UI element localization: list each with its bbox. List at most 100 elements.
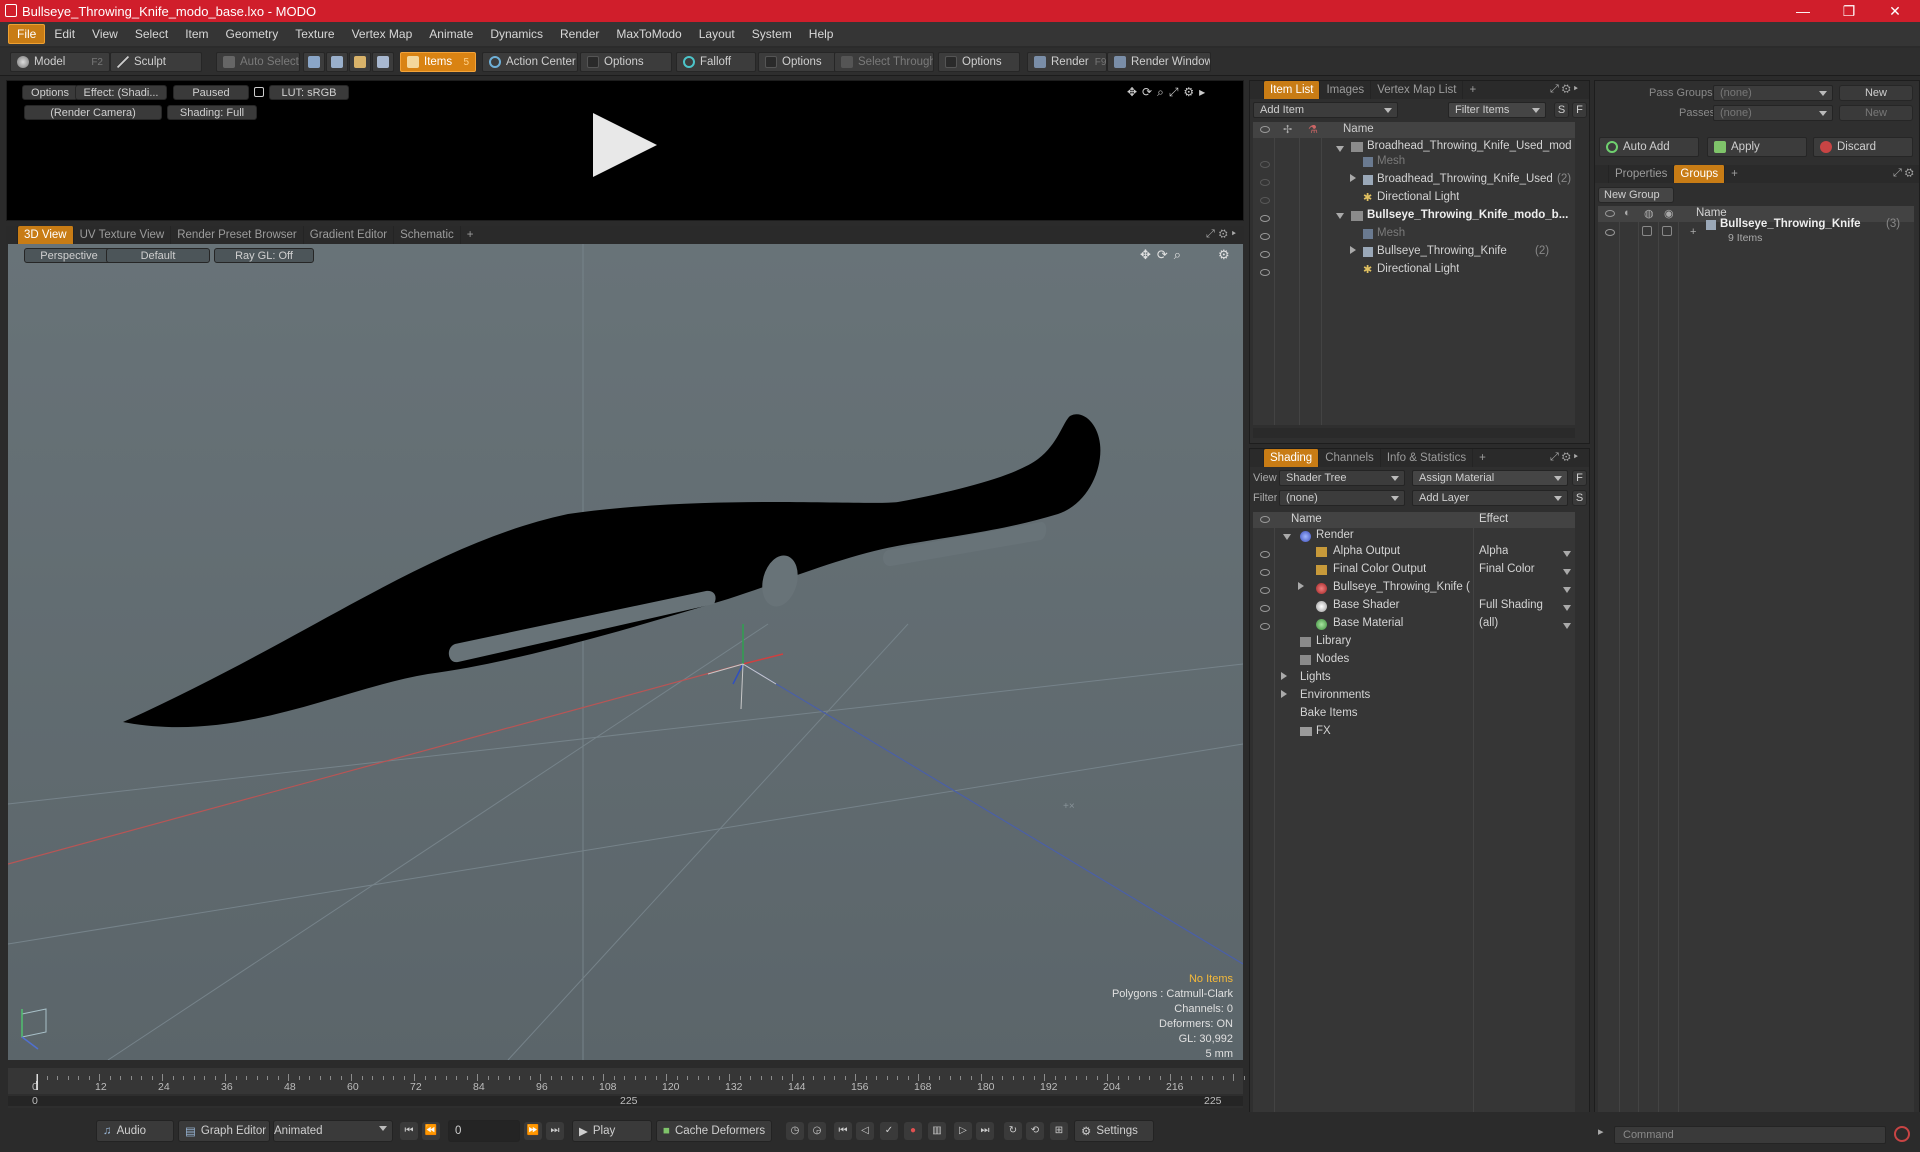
itemlist-panel-tools-icon[interactable]: ⤢⚙▸ bbox=[1550, 83, 1581, 96]
minimize-button[interactable]: — bbox=[1780, 0, 1826, 22]
menu-layout[interactable]: Layout bbox=[691, 25, 743, 43]
key-toggle-icon[interactable]: ✓ bbox=[880, 1122, 898, 1140]
lut-dropdown[interactable]: LUT: sRGB bbox=[269, 85, 349, 100]
graph-editor-button[interactable]: ▤ Graph Editor bbox=[178, 1120, 270, 1142]
tab-channels[interactable]: Channels bbox=[1319, 449, 1381, 467]
tab-vertex-map-list[interactable]: Vertex Map List bbox=[1371, 81, 1464, 99]
knife-mesh[interactable] bbox=[123, 414, 1101, 728]
discard-button[interactable]: Discard bbox=[1813, 137, 1913, 157]
shading-panel-tools-icon[interactable]: ⤢⚙▸ bbox=[1550, 451, 1581, 464]
visibility-eye-icon[interactable] bbox=[1260, 605, 1270, 612]
menu-help[interactable]: Help bbox=[801, 25, 842, 43]
filter-dropdown[interactable]: (none) bbox=[1279, 490, 1405, 506]
settings-button[interactable]: ⚙ Settings bbox=[1074, 1120, 1154, 1142]
itemlist-f-button[interactable]: F bbox=[1572, 102, 1587, 118]
menu-dynamics[interactable]: Dynamics bbox=[482, 25, 551, 43]
add-tab-button[interactable]: + bbox=[1725, 165, 1744, 183]
lock-checkbox[interactable] bbox=[1642, 226, 1652, 236]
visibility-eye-icon[interactable] bbox=[1260, 251, 1270, 258]
render-button[interactable]: Render F9 bbox=[1027, 52, 1107, 72]
effect-dropdown-arrow-icon[interactable] bbox=[1563, 605, 1571, 611]
effect-dropdown-arrow-icon[interactable] bbox=[1563, 623, 1571, 629]
key-delete-icon[interactable]: ▥ bbox=[928, 1122, 946, 1140]
shading-s-button[interactable]: S bbox=[1572, 490, 1587, 506]
tab-schematic[interactable]: Schematic bbox=[394, 226, 461, 244]
pass-groups-dropdown[interactable]: (none) bbox=[1713, 85, 1833, 101]
lock-icon[interactable] bbox=[254, 87, 264, 97]
effect-dropdown-arrow-icon[interactable] bbox=[1563, 551, 1571, 557]
tab-3d-view[interactable]: 3D View bbox=[18, 226, 74, 244]
sculpt-button[interactable]: Sculpt bbox=[110, 52, 202, 72]
materials-mode-button[interactable] bbox=[372, 52, 394, 72]
tab-properties[interactable]: Properties bbox=[1609, 165, 1675, 183]
tab-info-statistics[interactable]: Info & Statistics bbox=[1381, 449, 1474, 467]
add-tab-button[interactable]: + bbox=[1473, 449, 1492, 467]
menu-system[interactable]: System bbox=[744, 25, 800, 43]
animated-dropdown[interactable]: Animated bbox=[273, 1120, 393, 1142]
expand-arrow-icon[interactable] bbox=[1350, 246, 1356, 254]
go-to-start-icon[interactable]: ⏮ bbox=[400, 1122, 418, 1140]
current-frame-input[interactable]: 0 bbox=[448, 1120, 520, 1142]
item-gizmo[interactable] bbox=[707, 624, 784, 710]
shading-f-button[interactable]: F bbox=[1572, 470, 1587, 486]
visibility-eye-icon[interactable] bbox=[1260, 623, 1270, 630]
key-next-icon[interactable]: ▷ bbox=[954, 1122, 972, 1140]
visibility-eye-icon[interactable] bbox=[1260, 197, 1270, 204]
add-tab-button[interactable]: + bbox=[1463, 81, 1482, 99]
new-group-button[interactable]: New Group bbox=[1598, 187, 1674, 203]
record-key-icon[interactable]: ● bbox=[904, 1122, 922, 1140]
add-item-dropdown[interactable]: Add Item bbox=[1253, 102, 1398, 118]
command-history-icon[interactable] bbox=[1894, 1126, 1910, 1142]
expand-arrow-icon[interactable] bbox=[1281, 672, 1287, 680]
expand-arrow-icon[interactable] bbox=[1350, 174, 1356, 182]
key-first-icon[interactable]: ⏮ bbox=[834, 1122, 852, 1140]
menu-maxtomodo[interactable]: MaxToModo bbox=[608, 25, 689, 43]
preview-options-button[interactable]: Options bbox=[22, 85, 78, 100]
time-settings-icon[interactable]: ◷ bbox=[786, 1122, 804, 1140]
timeline[interactable]: 0 225 225 0 12 24 36 48 60 72 84 96 108 120 132 144 1… bbox=[8, 1068, 1255, 1108]
effect-dropdown-arrow-icon[interactable] bbox=[1563, 569, 1571, 575]
menu-file[interactable]: File bbox=[8, 24, 46, 44]
play-button[interactable]: ▶ Play bbox=[572, 1120, 652, 1142]
visibility-eye-icon[interactable] bbox=[1260, 179, 1270, 186]
action-center-button[interactable]: Action Center bbox=[482, 52, 578, 72]
passes-dropdown[interactable]: (none) bbox=[1713, 105, 1833, 121]
visibility-eye-icon[interactable] bbox=[1260, 269, 1270, 276]
tab-images[interactable]: Images bbox=[1320, 81, 1372, 99]
3d-viewport[interactable]: Perspective Default Ray GL: Off ✥⟳⌕ ⚙ +× bbox=[8, 244, 1243, 1060]
visibility-eye-icon[interactable] bbox=[1260, 551, 1270, 558]
menu-texture[interactable]: Texture bbox=[287, 25, 342, 43]
menu-view[interactable]: View bbox=[84, 25, 126, 43]
visibility-eye-icon[interactable] bbox=[1260, 215, 1270, 222]
select-through-button[interactable]: Select Through bbox=[834, 52, 934, 72]
visibility-eye-icon[interactable] bbox=[1260, 161, 1270, 168]
tab-item-list[interactable]: Item List bbox=[1264, 81, 1321, 99]
preview-paused-button[interactable]: Paused bbox=[173, 85, 249, 100]
menu-render[interactable]: Render bbox=[552, 25, 607, 43]
expand-arrow-icon[interactable] bbox=[1283, 534, 1291, 540]
command-expand-icon[interactable]: ▸ bbox=[1598, 1125, 1604, 1138]
previous-key-icon[interactable]: ⏪ bbox=[422, 1122, 440, 1140]
edges-mode-button[interactable] bbox=[326, 52, 348, 72]
loop-icon[interactable]: ↻ bbox=[1004, 1122, 1022, 1140]
menu-animate[interactable]: Animate bbox=[421, 25, 481, 43]
expand-arrow-icon[interactable] bbox=[1281, 690, 1287, 698]
expand-plus-icon[interactable]: + bbox=[1690, 226, 1696, 238]
maximize-button[interactable]: ❐ bbox=[1826, 0, 1872, 22]
vertices-mode-button[interactable] bbox=[303, 52, 325, 72]
assign-material-button[interactable]: Assign Material bbox=[1412, 470, 1568, 486]
menu-select[interactable]: Select bbox=[127, 25, 176, 43]
tab-uv-texture-view[interactable]: UV Texture View bbox=[74, 226, 172, 244]
tab-gradient-editor[interactable]: Gradient Editor bbox=[304, 226, 395, 244]
expand-arrow-icon[interactable] bbox=[1336, 146, 1344, 152]
tab-groups[interactable]: Groups bbox=[1674, 165, 1726, 183]
visibility-eye-icon[interactable] bbox=[1605, 229, 1615, 236]
menu-edit[interactable]: Edit bbox=[46, 25, 83, 43]
menu-vertex-map[interactable]: Vertex Map bbox=[344, 25, 421, 43]
visibility-eye-icon[interactable] bbox=[1260, 233, 1270, 240]
play-preview-icon[interactable] bbox=[593, 113, 657, 177]
groups-panel-tools-icon[interactable]: ⤢⚙ bbox=[1893, 167, 1917, 180]
time-mode-icon[interactable]: ◶ bbox=[808, 1122, 826, 1140]
add-tab-button[interactable]: + bbox=[461, 226, 480, 244]
new-pass-button[interactable]: New bbox=[1839, 105, 1913, 121]
